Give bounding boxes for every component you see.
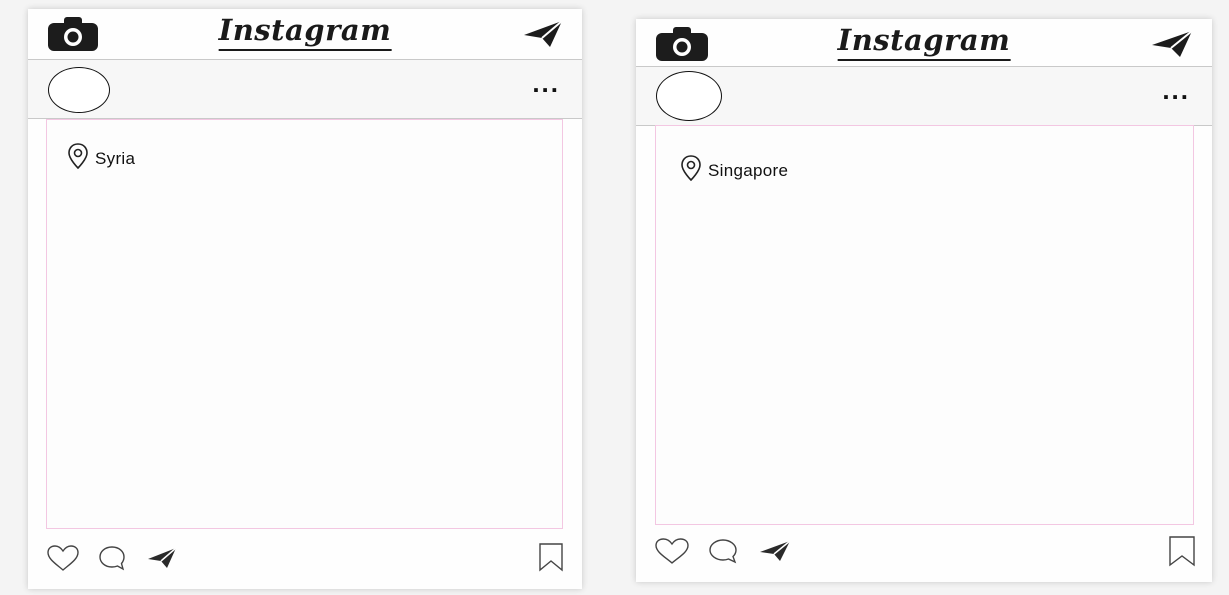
- profile-row: ...: [28, 59, 582, 119]
- heart-icon[interactable]: [654, 537, 690, 570]
- bookmark-icon[interactable]: [538, 542, 564, 577]
- more-icon[interactable]: ...: [1162, 77, 1190, 103]
- share-icon[interactable]: [146, 546, 178, 575]
- comment-icon[interactable]: [708, 538, 738, 569]
- camera-icon[interactable]: [656, 27, 708, 66]
- brand-logo: Instagram: [218, 13, 392, 51]
- location-tag[interactable]: Singapore: [680, 154, 788, 187]
- post-header: Instagram: [636, 19, 1212, 69]
- profile-row: ...: [636, 66, 1212, 126]
- share-icon[interactable]: [758, 539, 792, 568]
- action-bar: [636, 529, 1212, 579]
- bookmark-icon[interactable]: [1168, 535, 1196, 572]
- post-card-right: Instagram ... Singapore: [636, 19, 1212, 582]
- more-icon[interactable]: ...: [532, 70, 560, 96]
- comment-icon[interactable]: [98, 545, 126, 576]
- brand-logo: Instagram: [837, 23, 1011, 61]
- location-pin-icon: [67, 142, 89, 175]
- post-header: Instagram: [28, 9, 582, 59]
- paper-plane-icon[interactable]: [1150, 29, 1194, 64]
- location-label: Singapore: [708, 160, 789, 180]
- heart-icon[interactable]: [46, 544, 80, 577]
- avatar[interactable]: [656, 71, 722, 121]
- post-photo: Syria: [46, 119, 563, 529]
- location-label: Syria: [95, 148, 136, 168]
- avatar[interactable]: [48, 67, 110, 113]
- post-card-left: Instagram ... Syria: [28, 9, 582, 589]
- paper-plane-icon[interactable]: [522, 19, 564, 54]
- action-bar: [28, 534, 582, 584]
- location-tag[interactable]: Syria: [67, 142, 135, 175]
- location-pin-icon: [680, 154, 702, 187]
- post-photo: Singapore: [655, 125, 1194, 525]
- camera-icon[interactable]: [48, 17, 98, 56]
